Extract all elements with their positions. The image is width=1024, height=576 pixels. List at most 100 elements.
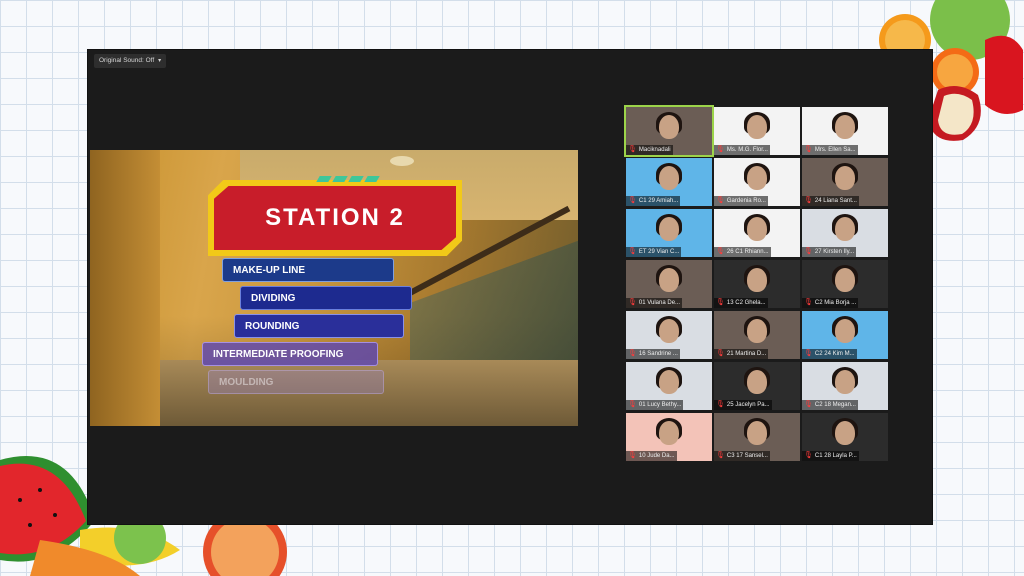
participant-name: 26 C1 Rhiann... — [726, 249, 769, 255]
participant-name: 10 Jude Da... — [638, 453, 675, 459]
participant-tile[interactable]: 🎙 13 C2 Ghela... — [714, 260, 800, 308]
participant-name-tag: 🎙 13 C2 Ghela... — [714, 298, 768, 308]
step-intermediate-proofing: INTERMEDIATE PROOFING — [202, 342, 378, 366]
participant-name: 27 Kirsten Ily... — [814, 249, 855, 255]
participant-name: C1 29 Amiah... — [638, 198, 679, 204]
participant-tile[interactable]: 🎙 Gardenia Ro... — [714, 158, 800, 206]
step-rounding: ROUNDING — [234, 314, 404, 338]
video-call-window: Original Sound: Off ▾ STATION 2 MAKE-UP … — [88, 50, 932, 524]
participant-video-face — [659, 166, 679, 190]
mic-muted-icon: 🎙 — [716, 401, 725, 408]
participant-name: Maciknadali — [638, 147, 671, 153]
participant-name: Ms. M.G. Flor... — [726, 147, 768, 153]
participant-tile[interactable]: 🎙 C1 29 Amiah... — [626, 158, 712, 206]
participant-video-face — [659, 268, 679, 292]
participant-video-face — [659, 421, 679, 445]
mic-muted-icon: 🎙 — [628, 197, 637, 204]
participant-tile[interactable]: 🎙 25 Jacelyn Pa... — [714, 362, 800, 410]
participant-video-face — [659, 217, 679, 241]
mic-muted-icon: 🎙 — [804, 248, 813, 255]
participant-name-tag: 🎙 C1 28 Layla P... — [802, 451, 859, 461]
participant-name-tag: 🎙 26 C1 Rhiann... — [714, 247, 771, 257]
participant-name-tag: 🎙 Maciknadali — [626, 145, 673, 155]
step-dividing: DIVIDING — [240, 286, 412, 310]
participant-tile[interactable]: 🎙 C2 Mia Borja ... — [802, 260, 888, 308]
participant-name-tag: 🎙 C2 18 Megan... — [802, 400, 858, 410]
participant-name-tag: 🎙 16 Sandrine ... — [626, 349, 680, 359]
participant-name-tag: 🎙 Gardenia Ro... — [714, 196, 768, 206]
original-sound-toggle[interactable]: Original Sound: Off ▾ — [94, 54, 167, 68]
mic-muted-icon: 🎙 — [628, 299, 637, 306]
participant-video-face — [835, 319, 855, 343]
participant-video-face — [747, 421, 767, 445]
mic-muted-icon: 🎙 — [716, 197, 725, 204]
participant-tile[interactable]: 🎙 10 Jude Da... — [626, 413, 712, 461]
participant-name: 25 Jacelyn Pa... — [726, 402, 770, 408]
shared-screen: STATION 2 MAKE-UP LINE DIVIDING ROUNDING… — [90, 150, 578, 426]
participant-tile[interactable]: 🎙 21 Martina D... — [714, 311, 800, 359]
mic-muted-icon: 🎙 — [716, 350, 725, 357]
participant-name: 16 Sandrine ... — [638, 351, 678, 357]
participant-tile[interactable]: 🎙 16 Sandrine ... — [626, 311, 712, 359]
participant-name-tag: 🎙 24 Liana Sant... — [802, 196, 859, 206]
participant-tile[interactable]: 🎙 Ms. M.G. Flor... — [714, 107, 800, 155]
participant-name-tag: 🎙 C1 29 Amiah... — [626, 196, 681, 206]
participant-tile[interactable]: 🎙 C2 24 Kim M... — [802, 311, 888, 359]
participant-tile[interactable]: 🎙 01 Lucy Bethy... — [626, 362, 712, 410]
participant-name-tag: 🎙 25 Jacelyn Pa... — [714, 400, 772, 410]
mic-muted-icon: 🎙 — [716, 248, 725, 255]
participant-name-tag: 🎙 01 Lucy Bethy... — [626, 400, 684, 410]
participant-tile[interactable]: 🎙 C2 18 Megan... — [802, 362, 888, 410]
participant-tile[interactable]: 🎙 Mrs. Ellen Sa... — [802, 107, 888, 155]
participant-tile[interactable]: 🎙 26 C1 Rhiann... — [714, 209, 800, 257]
participant-name-tag: 🎙 Mrs. Ellen Sa... — [802, 145, 858, 155]
station-title: STATION 2 — [214, 186, 456, 250]
participant-name-tag: 🎙 10 Jude Da... — [626, 451, 677, 461]
mic-muted-icon: 🎙 — [804, 452, 813, 459]
step-moulding: MOULDING — [208, 370, 384, 394]
participant-video-face — [747, 268, 767, 292]
banner-stripes — [316, 176, 380, 182]
participant-tile[interactable]: 🎙 Maciknadali — [624, 105, 714, 157]
participant-name: 01 Vulana De... — [638, 300, 681, 306]
participant-video-face — [747, 370, 767, 394]
mic-muted-icon: 🎙 — [628, 146, 637, 153]
station-banner: STATION 2 — [208, 176, 462, 256]
participant-name-tag: 🎙 ET 29 Vian C... — [626, 247, 682, 257]
step-make-up-line: MAKE-UP LINE — [222, 258, 394, 282]
participant-tile[interactable]: 🎙 24 Liana Sant... — [802, 158, 888, 206]
original-sound-label: Original Sound: Off — [99, 57, 155, 64]
mic-muted-icon: 🎙 — [804, 401, 813, 408]
participant-name-tag: 🎙 C2 Mia Borja ... — [802, 298, 859, 308]
participant-name: C1 28 Layla P... — [814, 453, 857, 459]
mic-muted-icon: 🎙 — [716, 146, 725, 153]
participant-name-tag: 🎙 21 Martina D... — [714, 349, 769, 359]
mic-muted-icon: 🎙 — [628, 350, 637, 357]
participant-tile[interactable]: 🎙 27 Kirsten Ily... — [802, 209, 888, 257]
mic-muted-icon: 🎙 — [628, 452, 637, 459]
participant-video-face — [835, 217, 855, 241]
participant-tile[interactable]: 🎙 ET 29 Vian C... — [626, 209, 712, 257]
participant-name: 01 Lucy Bethy... — [638, 402, 682, 408]
participant-name: C2 18 Megan... — [814, 402, 856, 408]
participant-video-face — [835, 115, 855, 139]
participant-video-face — [835, 370, 855, 394]
participant-name-tag: 🎙 C3 17 Sansel... — [714, 451, 770, 461]
participant-video-face — [747, 166, 767, 190]
participant-name-tag: 🎙 01 Vulana De... — [626, 298, 683, 308]
participant-name: Gardenia Ro... — [726, 198, 766, 204]
participant-name: 21 Martina D... — [726, 351, 767, 357]
participant-video-face — [835, 421, 855, 445]
participant-tile[interactable]: 🎙 01 Vulana De... — [626, 260, 712, 308]
participant-tile[interactable]: 🎙 C1 28 Layla P... — [802, 413, 888, 461]
participant-name: Mrs. Ellen Sa... — [814, 147, 856, 153]
participant-tile[interactable]: 🎙 C3 17 Sansel... — [714, 413, 800, 461]
chevron-down-icon: ▾ — [158, 58, 162, 64]
participant-video-face — [747, 319, 767, 343]
ceiling-light — [390, 156, 414, 166]
participant-video-face — [659, 370, 679, 394]
mic-muted-icon: 🎙 — [628, 401, 637, 408]
participant-video-face — [747, 217, 767, 241]
participant-name: C2 Mia Borja ... — [814, 300, 857, 306]
mic-muted-icon: 🎙 — [716, 452, 725, 459]
